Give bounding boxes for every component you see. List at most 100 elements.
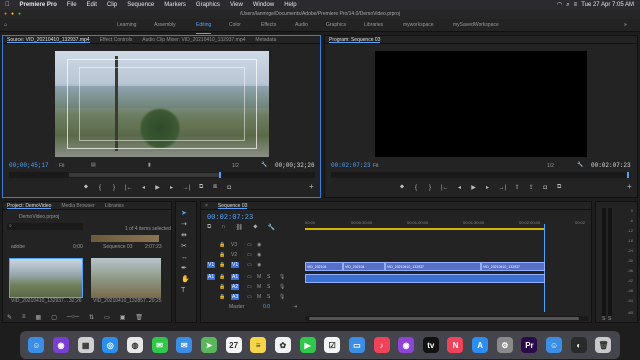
tab-program[interactable]: Program: Sequence 03 xyxy=(329,36,381,43)
program-scrub-bar[interactable] xyxy=(331,172,631,178)
lock-icon[interactable]: 🔒 xyxy=(219,294,225,300)
menu-markers[interactable]: Markers xyxy=(159,0,191,10)
sync-lock-icon[interactable]: ▭ xyxy=(247,294,252,300)
razor-tool-icon[interactable]: ✂ xyxy=(181,241,190,252)
go-to-out-icon[interactable]: →| xyxy=(183,185,191,191)
close-window-icon[interactable]: ● xyxy=(4,10,7,19)
wrench-icon[interactable]: 🔧 xyxy=(577,162,583,168)
button-editor-icon[interactable]: + xyxy=(627,182,632,191)
mark-in-icon[interactable]: { xyxy=(97,185,103,191)
track-label[interactable]: V3 xyxy=(231,242,237,248)
add-marker-icon[interactable]: ⬥ xyxy=(253,224,257,231)
program-playhead[interactable] xyxy=(627,172,629,178)
sequence-thumbnail[interactable] xyxy=(91,235,159,242)
workspace-assembly[interactable]: Assembly xyxy=(154,19,176,32)
timeline-horizontal-scrollbar[interactable] xyxy=(305,316,589,321)
lock-icon[interactable]: 🔒 xyxy=(219,274,225,280)
minimize-window-icon[interactable]: ● xyxy=(11,10,14,19)
mark-out-icon[interactable]: } xyxy=(427,185,433,191)
selection-tool-icon[interactable]: ➤ xyxy=(181,208,190,219)
workspace-audio[interactable]: Audio xyxy=(295,19,308,32)
eye-icon[interactable]: ◉ xyxy=(257,262,261,268)
menu-premiere-pro[interactable]: Premiere Pro xyxy=(15,0,62,10)
video-clip[interactable]: VID_202104 xyxy=(305,262,343,271)
snap-icon[interactable]: ∩ xyxy=(221,224,225,231)
photos-icon[interactable]: ✿ xyxy=(274,337,291,353)
home-icon[interactable]: ⌂ xyxy=(4,19,7,32)
launchpad-icon[interactable]: ▦ xyxy=(77,337,94,353)
pen-tool-icon[interactable]: ✒ xyxy=(181,263,190,274)
settings-icon[interactable]: ▤ xyxy=(91,162,96,168)
solo-left-button[interactable]: S xyxy=(602,316,605,322)
track-label[interactable]: V2 xyxy=(231,252,237,258)
tab-metadata[interactable]: Metadata xyxy=(255,36,276,43)
comparison-view-icon[interactable]: ⧉ xyxy=(556,184,562,191)
source-scrub-bar[interactable] xyxy=(9,172,315,178)
workspace-editing[interactable]: Editing xyxy=(196,19,212,34)
more-workspaces-icon[interactable]: » xyxy=(624,19,627,32)
source-resolution-dropdown[interactable]: 1/2 xyxy=(232,163,239,169)
track-label[interactable]: V1 xyxy=(231,262,240,268)
microphone-icon[interactable]: 🎙 xyxy=(279,294,285,300)
timeline-timecode[interactable]: 00:02:07:23 xyxy=(207,214,253,222)
settings-icon[interactable]: ⚙ xyxy=(496,337,513,353)
sync-lock-icon[interactable]: ▭ xyxy=(247,252,252,258)
news-icon[interactable]: N xyxy=(447,337,464,353)
menu-view[interactable]: View xyxy=(225,0,248,10)
clock[interactable]: Tue 27 Apr 7:05 AM xyxy=(581,0,634,10)
add-marker-icon[interactable]: ⬥ xyxy=(83,184,89,191)
solo-button[interactable]: S xyxy=(267,274,270,280)
close-sequence-icon[interactable]: × xyxy=(205,202,208,209)
appstore-icon[interactable]: A xyxy=(472,337,489,353)
extract-icon[interactable]: ⇪ xyxy=(528,184,534,191)
go-to-out-icon[interactable]: →| xyxy=(499,185,507,191)
go-to-in-icon[interactable]: |← xyxy=(441,185,449,191)
icon-view-icon[interactable]: ▦ xyxy=(36,314,42,322)
music-icon[interactable]: ♪ xyxy=(373,337,390,353)
list-view-icon[interactable]: ≡ xyxy=(22,314,26,322)
tab-audio-clip-mixer[interactable]: Audio Clip Mixer: VID_20210410_132937.mp… xyxy=(142,36,245,43)
ripple-edit-tool-icon[interactable]: ⇹ xyxy=(181,230,190,241)
type-tool-icon[interactable]: T xyxy=(181,285,190,296)
maps-icon[interactable]: ➤ xyxy=(200,337,217,353)
audio-clip-a1[interactable] xyxy=(305,274,545,283)
microphone-icon[interactable]: 🎙 xyxy=(279,284,285,290)
step-forward-icon[interactable]: ▸ xyxy=(485,184,491,191)
siri-icon[interactable]: ◉ xyxy=(52,337,69,353)
notes-icon[interactable]: ≡ xyxy=(250,337,267,353)
step-back-icon[interactable]: ◂ xyxy=(457,184,463,191)
time-ruler[interactable]: 00:00 00:00:30:00 00:01:00:00 00:01:30:0… xyxy=(305,216,591,230)
zoom-window-icon[interactable]: ● xyxy=(18,10,21,19)
scrollbar-thumb[interactable] xyxy=(309,317,579,320)
insert-icon[interactable]: ⧉ xyxy=(198,184,204,191)
sync-lock-icon[interactable]: ▭ xyxy=(247,242,252,248)
hand-tool-icon[interactable]: ✋ xyxy=(181,274,190,285)
workspace-myworkspace[interactable]: myworkspace xyxy=(403,19,434,32)
source-patch-v1[interactable]: V1 xyxy=(207,262,216,268)
finder2-icon[interactable]: ☺ xyxy=(546,337,563,353)
tv-icon[interactable]: tv xyxy=(422,337,439,353)
add-marker-icon[interactable]: ⬥ xyxy=(399,184,405,191)
new-bin-icon[interactable]: ▭ xyxy=(104,314,110,322)
trash-icon[interactable]: 🗑 xyxy=(595,337,612,353)
wifi-icon[interactable]: ◠ xyxy=(557,0,562,10)
lock-icon[interactable]: 🔒 xyxy=(219,252,225,258)
premiere-icon[interactable]: Pr xyxy=(521,337,538,353)
timeline-settings-icon[interactable]: 🔧 xyxy=(267,224,274,231)
mark-in-icon[interactable]: { xyxy=(413,185,419,191)
overwrite-icon[interactable]: ⧈ xyxy=(212,184,218,191)
program-playhead-timecode[interactable]: 00:02:07:23 xyxy=(331,162,371,169)
lift-icon[interactable]: ⇧ xyxy=(514,184,520,191)
work-area-bar[interactable] xyxy=(305,228,545,230)
slip-tool-icon[interactable]: ↔ xyxy=(181,252,190,263)
track-label[interactable]: A1 xyxy=(231,274,240,280)
keynote-icon[interactable]: ▭ xyxy=(348,337,365,353)
messages-icon[interactable]: ✉ xyxy=(151,337,168,353)
workspace-libraries[interactable]: Libraries xyxy=(364,19,383,32)
play-icon[interactable]: ▶ xyxy=(155,184,161,191)
workspace-mysavedworkspace[interactable]: mySavedWorkspace xyxy=(453,19,499,32)
sync-lock-icon[interactable]: ▭ xyxy=(247,262,252,268)
reminders-icon[interactable]: ☑ xyxy=(324,337,341,353)
calendar-icon[interactable]: 27 xyxy=(225,337,242,353)
source-fit-dropdown[interactable]: Fit xyxy=(59,163,65,169)
